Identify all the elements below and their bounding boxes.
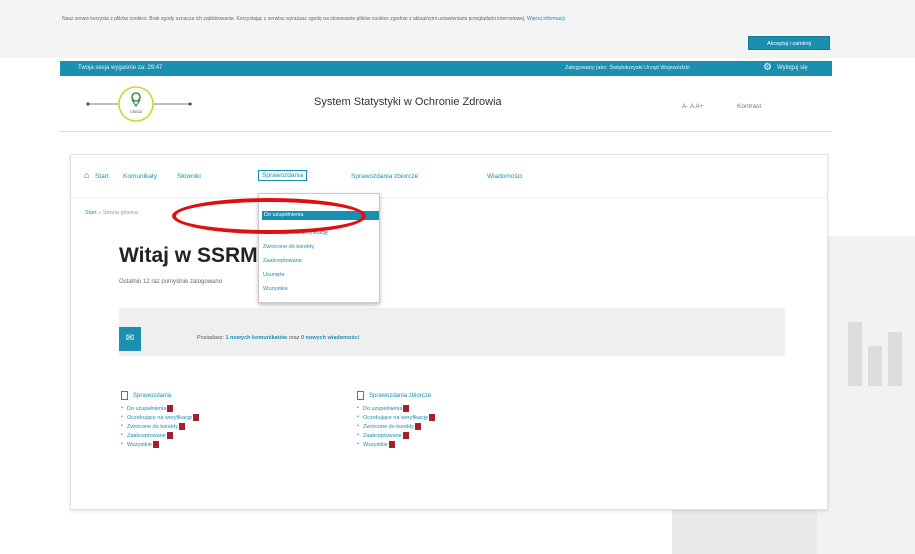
reports-title: Sprawozdania bbox=[133, 393, 172, 399]
breadcrumb-current: Strona główna bbox=[102, 210, 138, 216]
envelope-icon: ✉ bbox=[119, 327, 141, 351]
list-item[interactable]: Do uzupełnienia bbox=[357, 405, 435, 414]
list-item[interactable]: Wszystkie bbox=[121, 441, 199, 450]
count-badge bbox=[179, 423, 186, 430]
unread-messages-link[interactable]: 0 nowych wiadomości bbox=[301, 335, 359, 341]
notice-box: ✉ Posiadasz: 1 nowych komunikatów oraz 0… bbox=[119, 308, 785, 356]
gear-icon[interactable]: ⚙ bbox=[763, 62, 772, 74]
dropdown-item-returned[interactable]: Zwrócone do korekty bbox=[263, 244, 314, 250]
cookie-message: Nasz serwis korzysta z plików cookies. B… bbox=[62, 16, 526, 22]
logout-link[interactable]: Wyloguj się bbox=[777, 65, 808, 71]
count-badge bbox=[415, 423, 422, 430]
count-badge bbox=[166, 432, 173, 439]
highlight-ellipse bbox=[172, 198, 366, 234]
cookie-banner: Nasz serwis korzysta z plików cookies. B… bbox=[0, 0, 915, 58]
breadcrumb: Start » Strona główna bbox=[85, 210, 138, 216]
logo[interactable]: CSIOZ bbox=[84, 82, 194, 124]
app-title: System Statystyki w Ochronie Zdrowia bbox=[314, 96, 502, 108]
count-badge bbox=[402, 432, 409, 439]
notice-prefix: Posiadasz: bbox=[197, 335, 224, 341]
nav-sprawozdania-zbiorcze[interactable]: Sprawozdania zbiorcze bbox=[351, 173, 418, 180]
nav-start[interactable]: Start bbox=[95, 173, 109, 180]
nav-komunikaty[interactable]: Komunikaty bbox=[123, 173, 157, 180]
list-item[interactable]: Wszystkie bbox=[357, 441, 435, 450]
count-badge bbox=[193, 414, 200, 421]
font-size-control[interactable]: A- A A+ bbox=[682, 103, 704, 110]
contrast-toggle[interactable]: Kontrast bbox=[737, 103, 761, 110]
dropdown-item-all[interactable]: Wszystkie bbox=[263, 286, 288, 292]
session-timer: Twoja sesja wygaśnie za: 29:47 bbox=[78, 65, 163, 71]
count-badge bbox=[403, 405, 410, 412]
document-icon bbox=[121, 391, 128, 400]
list-item[interactable]: Oczekujące na weryfikację bbox=[357, 414, 436, 423]
nav-sprawozdania[interactable]: Sprawozdania bbox=[258, 170, 308, 181]
list-item[interactable]: Zaakceptowane bbox=[357, 432, 435, 441]
home-icon[interactable]: ⌂ bbox=[84, 170, 89, 180]
cookie-more-link[interactable]: Więcej informacji bbox=[527, 16, 565, 22]
count-badge bbox=[429, 414, 436, 421]
breadcrumb-start[interactable]: Start bbox=[85, 210, 97, 216]
reports-heading: Sprawozdania bbox=[121, 391, 199, 400]
list-item[interactable]: Do uzupełnienia bbox=[121, 405, 199, 414]
dropdown-item-deleted[interactable]: Usunięte bbox=[263, 272, 285, 278]
logged-user: Zalogowany jako: Świętokrzyski Urząd Woj… bbox=[565, 65, 690, 71]
cookie-text: Nasz serwis korzysta z plików cookies. B… bbox=[62, 16, 565, 22]
notice-text: Posiadasz: 1 nowych komunikatów oraz 0 n… bbox=[197, 335, 359, 341]
summary-reports-title: Sprawozdania zbiorcze bbox=[369, 393, 432, 399]
summary-reports-column: Sprawozdania zbiorcze Do uzupełnienia Oc… bbox=[357, 391, 436, 450]
list-item[interactable]: Oczekujące na weryfikację bbox=[121, 414, 200, 423]
page-title: Witaj w SSRMZ! bbox=[119, 244, 278, 267]
nav-slowniki[interactable]: Słowniki bbox=[177, 173, 201, 180]
nav-wiadomosci[interactable]: Wiadomości bbox=[487, 173, 522, 180]
nav-divider bbox=[71, 197, 827, 198]
dropdown-item-accepted[interactable]: Zaakceptowane bbox=[263, 258, 302, 264]
count-badge bbox=[152, 441, 159, 448]
cookie-accept-button[interactable]: Akceptuj i zamknij bbox=[748, 36, 830, 50]
session-bar: Twoja sesja wygaśnie za: 29:47 Zalogowan… bbox=[60, 61, 832, 76]
list-item[interactable]: Zaakceptowane bbox=[121, 432, 199, 441]
count-badge bbox=[167, 405, 174, 412]
unread-announcements-link[interactable]: 1 nowych komunikatów bbox=[225, 335, 287, 341]
notice-middle: oraz bbox=[288, 335, 300, 341]
list-item[interactable]: Zwrócone do korekty bbox=[121, 423, 199, 432]
summary-reports-heading: Sprawozdania zbiorcze bbox=[357, 391, 435, 400]
count-badge bbox=[388, 441, 395, 448]
list-item[interactable]: Zwrócone do korekty bbox=[357, 423, 435, 432]
document-icon bbox=[357, 391, 364, 400]
reports-column: Sprawozdania Do uzupełnienia Oczekujące … bbox=[121, 391, 200, 450]
app-header: CSIOZ System Statystyki w Ochronie Zdrow… bbox=[60, 76, 832, 132]
svg-text:CSIOZ: CSIOZ bbox=[130, 109, 143, 114]
last-login-text: Ostatnio 12 raz pomyślnie zalogowano bbox=[119, 279, 223, 285]
